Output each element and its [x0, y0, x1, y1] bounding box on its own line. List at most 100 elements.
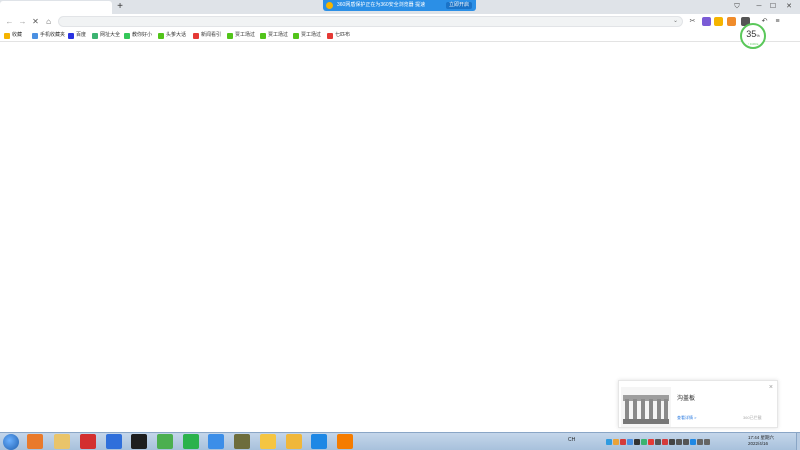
bookmark-item[interactable]: 贾工场过	[227, 31, 255, 40]
minimize-button[interactable]: ─	[752, 1, 766, 12]
maximize-button[interactable]: ☐	[766, 1, 780, 12]
tray-icon[interactable]	[648, 439, 654, 445]
popup-link[interactable]: 查看详情 >	[677, 415, 696, 421]
clock[interactable]: 17:44 星期六 2022/4/16	[748, 435, 774, 447]
tray-icon[interactable]	[620, 439, 626, 445]
bookmark-label: 新闻看引	[201, 32, 222, 38]
system-tray	[606, 436, 710, 448]
home-button[interactable]: ⌂	[43, 16, 54, 27]
phone-icon	[32, 32, 38, 39]
navigation-bar: ← → ✕ ⌂ ⌄ ✂ ↶ ≡	[0, 14, 800, 29]
notification-button[interactable]: 立即开启	[445, 2, 472, 9]
stop-button[interactable]: ✕	[30, 16, 41, 27]
tray-icon[interactable]	[634, 439, 640, 445]
owl-icon[interactable]	[260, 434, 276, 449]
bookmark-label: 百度	[76, 32, 87, 38]
sogou-icon[interactable]	[208, 434, 224, 449]
tray-icon[interactable]	[690, 439, 696, 445]
start-button[interactable]	[3, 434, 19, 450]
scissors-icon[interactable]: ✂	[688, 17, 697, 26]
smile-icon[interactable]	[714, 17, 723, 26]
leaf-icon	[158, 32, 164, 39]
extension-icon[interactable]	[702, 17, 711, 26]
taskbar: CH 17:44 星期六 2022/4/16	[0, 432, 800, 450]
tray-icon[interactable]	[676, 439, 682, 445]
show-desktop-button[interactable]	[796, 433, 800, 450]
active-tab[interactable]	[0, 1, 112, 14]
bookmark-label: 手机收藏夹	[40, 32, 66, 38]
popup-ad[interactable]: 沟盖板 查看详情 > 360已拦截 ×	[618, 380, 778, 428]
bookmark-item[interactable]: 教你好小	[124, 31, 152, 40]
speed-widget[interactable]: 35% ↑ 0.0K/s	[740, 23, 766, 49]
tray-icon[interactable]	[641, 439, 647, 445]
volume-icon[interactable]	[704, 439, 710, 445]
bookmark-item[interactable]: 网址大全	[92, 31, 120, 40]
green-app-icon[interactable]	[157, 434, 173, 449]
forward-button[interactable]: →	[17, 16, 28, 27]
bookmarks-bar: 收藏 手机收藏夹 百度 网址大全 教你好小 头爹大话 新闻看引 贾工场过 贾工场过 贾工场过 七匹布	[0, 29, 800, 42]
bookmark-item[interactable]: 七匹布	[327, 31, 350, 40]
bookmark-item[interactable]: 贾工场过	[260, 31, 288, 40]
tray-icon[interactable]	[627, 439, 633, 445]
popup-meta: 360已拦截	[743, 415, 762, 420]
shield-icon[interactable]: ⛉	[730, 1, 744, 12]
ie-icon[interactable]	[311, 434, 327, 449]
bookmark-item[interactable]: 手机收藏夹	[32, 31, 65, 40]
leaf-icon	[227, 32, 233, 39]
bookmark-label: 贾工场过	[268, 32, 289, 38]
tray-icon[interactable]	[655, 439, 661, 445]
chevron-down-icon[interactable]: ⌄	[673, 17, 678, 26]
network-icon[interactable]	[697, 439, 703, 445]
language-indicator[interactable]: CH	[568, 437, 575, 443]
product-image	[621, 387, 671, 427]
close-button[interactable]: ✕	[782, 1, 796, 12]
speed-rate: ↑ 0.0K/s	[747, 42, 759, 46]
explorer-icon[interactable]	[54, 434, 70, 449]
360-browser-icon[interactable]	[286, 434, 302, 449]
new-tab-button[interactable]: +	[114, 1, 126, 13]
tray-icon[interactable]	[669, 439, 675, 445]
green-icon	[124, 32, 130, 39]
notification-icon	[326, 2, 333, 9]
game-extension-icon[interactable]	[727, 17, 736, 26]
popup-title: 沟盖板	[677, 396, 696, 402]
tray-icon[interactable]	[662, 439, 668, 445]
bookmark-item[interactable]: 贾工场过	[293, 31, 321, 40]
tray-icon[interactable]	[613, 439, 619, 445]
obs-icon[interactable]	[131, 434, 147, 449]
feishu-icon[interactable]	[106, 434, 122, 449]
bookmark-label: 七匹布	[335, 32, 351, 38]
star-icon	[4, 32, 10, 39]
colorful-app-icon[interactable]	[27, 434, 43, 449]
bookmark-label: 贾工场过	[235, 32, 256, 38]
news-icon	[193, 32, 199, 39]
leaf-icon	[293, 32, 299, 39]
bookmark-item[interactable]: 收藏	[4, 31, 22, 40]
bookmark-label: 教你好小	[132, 32, 153, 38]
bookmark-label: 贾工场过	[301, 32, 322, 38]
bookmark-item[interactable]: 百度	[68, 31, 86, 40]
bookmark-item[interactable]: 新闻看引	[193, 31, 221, 40]
menu-icon[interactable]: ≡	[773, 17, 782, 26]
notification-banner[interactable]: 360网盾保护正在为360安全浏览器 提速 立即开启	[323, 0, 476, 11]
game-icon[interactable]	[234, 434, 250, 449]
undo-icon[interactable]: ↶	[760, 17, 769, 26]
bookmark-label: 网址大全	[100, 32, 121, 38]
notification-text: 360网盾保护正在为360安全浏览器 提速	[337, 2, 426, 8]
baidu-icon	[68, 32, 74, 39]
help-icon[interactable]	[337, 434, 353, 449]
bookmark-item[interactable]: 头爹大话	[158, 31, 186, 40]
video-player-icon[interactable]	[183, 434, 199, 449]
bookmark-label: 头爹大话	[166, 32, 187, 38]
close-icon[interactable]: ×	[769, 384, 773, 391]
leaf-icon	[260, 32, 266, 39]
address-bar[interactable]: ⌄	[58, 16, 683, 27]
back-button[interactable]: ←	[4, 16, 15, 27]
tray-icon[interactable]	[606, 439, 612, 445]
web-icon	[92, 32, 98, 39]
tray-icon[interactable]	[683, 439, 689, 445]
bookmark-label: 收藏	[12, 32, 23, 38]
netease-music-icon[interactable]	[80, 434, 96, 449]
tab-strip: + 360网盾保护正在为360安全浏览器 提速 立即开启 ⛉ ─ ☐ ✕	[0, 0, 800, 14]
speed-percent: 35%	[746, 29, 760, 39]
